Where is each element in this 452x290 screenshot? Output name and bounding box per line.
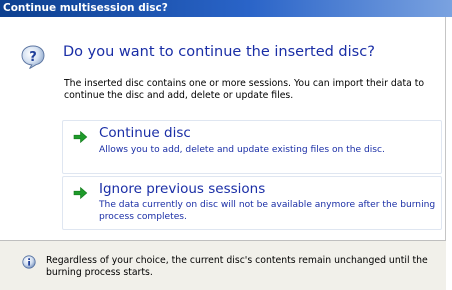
main-question: Do you want to continue the inserted dis… xyxy=(63,44,375,60)
green-arrow-icon xyxy=(73,130,88,144)
title-bar[interactable]: Continue multisession disc? xyxy=(0,0,452,17)
window-title: Continue multisession disc? xyxy=(3,2,168,14)
dialog-description: The inserted disc contains one or more s… xyxy=(64,78,425,101)
ignore-previous-sessions-description: The data currently on disc will not be a… xyxy=(99,200,436,222)
continue-disc-title: Continue disc xyxy=(99,125,191,141)
continue-disc-description: Allows you to add, delete and update exi… xyxy=(99,145,385,155)
info-icon xyxy=(22,255,36,269)
svg-text:?: ? xyxy=(29,50,37,65)
ignore-previous-sessions-option[interactable]: Ignore previous sessions The data curren… xyxy=(62,176,442,230)
continue-multisession-dialog: Continue multisession disc? ? Do you wan… xyxy=(0,0,452,290)
continue-disc-option[interactable]: Continue disc Allows you to add, delete … xyxy=(62,120,442,174)
question-icon: ? xyxy=(21,45,45,69)
ignore-previous-sessions-title: Ignore previous sessions xyxy=(99,181,266,197)
green-arrow-icon xyxy=(73,186,88,200)
footer-note: Regardless of your choice, the current d… xyxy=(46,255,428,278)
